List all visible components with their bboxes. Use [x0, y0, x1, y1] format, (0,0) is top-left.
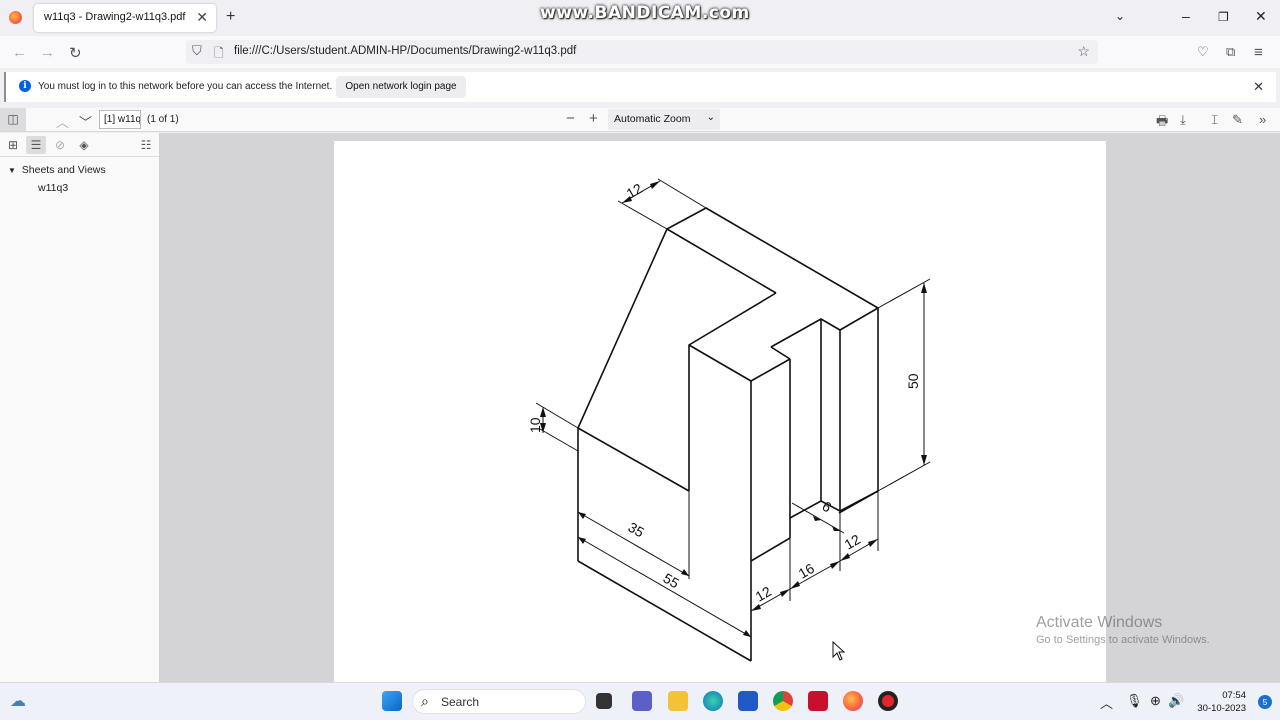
save-icon[interactable]: ⤓	[1180, 112, 1186, 128]
pdf-page: 12 50 10 35 55 6 12 16 12	[334, 141, 1106, 682]
volume-icon[interactable]: 🔊	[1168, 693, 1184, 709]
outline-icon[interactable]: ☰	[26, 136, 46, 154]
zoom-value: Automatic Zoom	[614, 113, 691, 125]
notification-message: You must log in to this network before y…	[38, 81, 333, 92]
chrome-icon[interactable]	[773, 691, 793, 711]
clock-date: 30-10-2023	[1197, 703, 1246, 714]
outline-child-item[interactable]: w11q3	[38, 182, 68, 194]
tab-strip: w11q3 - Drawing2-w11q3.pdf ✕ + www.BANDI…	[0, 0, 1280, 36]
reload-icon[interactable]: ↻	[69, 44, 82, 62]
dim-label-3: 10	[527, 417, 543, 433]
system-clock[interactable]: 07:54 30-10-2023	[1197, 689, 1246, 715]
url-bar[interactable]: ⛉ 🗋 file:///C:/Users/student.ADMIN-HP/Do…	[186, 40, 1098, 64]
next-page-icon[interactable]: ﹀	[79, 112, 92, 131]
sidebar-toggle-icon[interactable]: ◫	[0, 108, 26, 131]
bookmark-star-icon[interactable]: ☆	[1077, 43, 1090, 60]
outline-root-item[interactable]: ▼ Sheets and Views	[8, 164, 106, 176]
dim-label-1: 12	[624, 180, 646, 202]
tab-title: w11q3 - Drawing2-w11q3.pdf	[44, 11, 186, 23]
navigation-bar: ← → ↻ ⛉ 🗋 file:///C:/Users/student.ADMIN…	[0, 36, 1280, 68]
notification-close-icon[interactable]: ✕	[1253, 79, 1264, 95]
dim-label-2: 50	[905, 373, 921, 389]
page-count: (1 of 1)	[147, 114, 179, 125]
triangle-down-icon[interactable]: ▼	[8, 166, 16, 175]
show-hidden-icons-icon[interactable]: ︿	[1100, 693, 1113, 712]
dim-label-7: 12	[753, 583, 775, 605]
captive-portal-notification: i You must log in to this network before…	[4, 72, 1276, 102]
new-tab-icon[interactable]: +	[226, 8, 235, 26]
chevron-down-icon: ⌄	[706, 112, 715, 123]
notification-badge[interactable]: 5	[1258, 695, 1272, 709]
activate-subtitle: Go to Settings to activate Windows.	[1036, 634, 1210, 646]
url-text[interactable]: file:///C:/Users/student.ADMIN-HP/Docume…	[234, 45, 576, 57]
windows-start-icon[interactable]	[382, 691, 402, 711]
previous-page-icon[interactable]: ︿	[56, 112, 69, 131]
draw-icon[interactable]: ✎	[1232, 112, 1243, 128]
file-explorer-icon[interactable]	[668, 691, 688, 711]
search-label: Search	[441, 695, 480, 709]
object-outline	[577, 207, 879, 662]
network-icon[interactable]: ⊕	[1150, 693, 1161, 709]
tab-close-icon[interactable]: ✕	[196, 9, 208, 26]
back-icon[interactable]: ←	[12, 44, 27, 61]
pdf-toolbar: ◫ ︿ ﹀ [1] w11q3 (1 of 1) − + Automatic Z…	[0, 108, 1280, 132]
info-icon: i	[19, 80, 31, 92]
forward-icon[interactable]: →	[40, 44, 55, 61]
tools-menu-icon[interactable]: »	[1259, 112, 1266, 127]
pdf-viewer[interactable]: 12 50 10 35 55 6 12 16 12	[160, 133, 1280, 682]
mouse-cursor-icon	[832, 640, 846, 661]
microphone-icon[interactable]: 🎙	[1126, 693, 1143, 709]
text-tool-icon[interactable]: 𝙸	[1210, 112, 1219, 128]
sidebar-tabs: ⊞ ☰ ⊘ ◈ ☷	[0, 133, 159, 157]
dimension-labels: 12 50 10 35 55 6 12 16 12	[527, 180, 921, 605]
pocket-icon[interactable]: ♡	[1197, 44, 1209, 60]
dim-label-4: 35	[626, 519, 648, 541]
weather-icon[interactable]: ☁	[10, 691, 26, 711]
current-outline-item-icon[interactable]: ☷	[136, 136, 156, 154]
list-tabs-icon[interactable]: ⌄	[1115, 9, 1125, 23]
menu-icon[interactable]: ≡	[1254, 44, 1263, 61]
minimize-icon[interactable]: –	[1182, 8, 1190, 24]
zoom-select[interactable]: Automatic Zoom ⌄	[608, 109, 720, 130]
browser-tab[interactable]: w11q3 - Drawing2-w11q3.pdf ✕	[34, 4, 216, 32]
restore-icon[interactable]: ❐	[1218, 10, 1229, 24]
windows-taskbar: ☁ ⌕ Search ︿ 🎙 ⊕ 🔊 07:54 30-10-2023 5	[0, 682, 1280, 720]
taskbar-search[interactable]: ⌕ Search	[412, 689, 586, 714]
clock-time: 07:54	[1222, 690, 1246, 701]
bandicam-icon[interactable]	[878, 691, 898, 711]
store-icon[interactable]	[738, 691, 758, 711]
layers-icon[interactable]: ◈	[74, 136, 94, 154]
zoom-out-icon[interactable]: −	[566, 110, 575, 127]
print-icon[interactable]: 🖶	[1156, 112, 1168, 134]
dimension-lines	[535, 178, 931, 646]
pdf-sidebar: ⊞ ☰ ⊘ ◈ ☷ ▼ Sheets and Views w11q3	[0, 133, 160, 682]
activate-title: Activate Windows	[1036, 614, 1163, 631]
open-login-page-button[interactable]: Open network login page	[336, 76, 466, 98]
firefox-icon[interactable]	[843, 691, 863, 711]
firefox-view-icon[interactable]	[9, 11, 22, 24]
activate-windows-overlay: Activate Windows Go to Settings to activ…	[1036, 614, 1210, 646]
window-close-icon[interactable]: ✕	[1255, 8, 1267, 25]
chat-icon[interactable]	[632, 691, 652, 711]
search-icon: ⌕	[421, 693, 429, 709]
extensions-icon[interactable]: ⧉	[1226, 44, 1235, 60]
shield-icon[interactable]: ⛉	[192, 43, 202, 59]
page-icon: 🗋	[214, 46, 224, 60]
dim-label-8: 16	[796, 560, 818, 582]
recording-watermark: www.BANDICAM.com	[540, 3, 750, 23]
autocad-icon[interactable]	[808, 691, 828, 711]
zoom-in-icon[interactable]: +	[589, 110, 598, 127]
task-view-icon[interactable]	[596, 693, 612, 709]
attachments-icon[interactable]: ⊘	[50, 136, 70, 154]
dim-label-5: 55	[661, 570, 683, 592]
edge-icon[interactable]	[703, 691, 723, 711]
outline-root-label: Sheets and Views	[21, 164, 106, 176]
isometric-drawing: 12 50 10 35 55 6 12 16 12	[527, 178, 931, 662]
dimension-arrows	[540, 181, 927, 637]
thumbnails-icon[interactable]: ⊞	[3, 136, 23, 154]
page-number-input[interactable]: [1] w11q3	[99, 110, 141, 129]
